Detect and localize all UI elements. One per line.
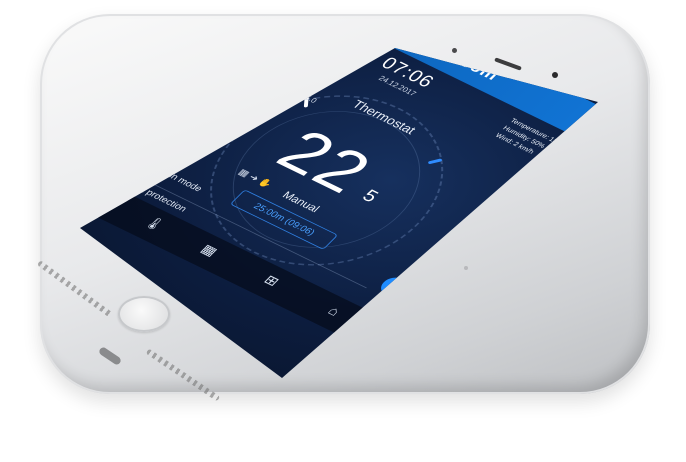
thermometer-icon[interactable]: 🌡: [137, 212, 171, 236]
device-stage: LR Living room Connected via BY 07:06 24…: [0, 0, 686, 462]
side-indicator: [464, 266, 468, 270]
home-button[interactable]: [118, 296, 170, 332]
proximity-sensor: [452, 48, 457, 53]
front-camera: [552, 72, 558, 78]
grid-icon[interactable]: ▦: [192, 239, 226, 263]
house-icon[interactable]: ⌂: [316, 300, 350, 324]
window-icon[interactable]: ⊞: [254, 269, 288, 293]
dial-setpoint-mark: [427, 158, 443, 165]
